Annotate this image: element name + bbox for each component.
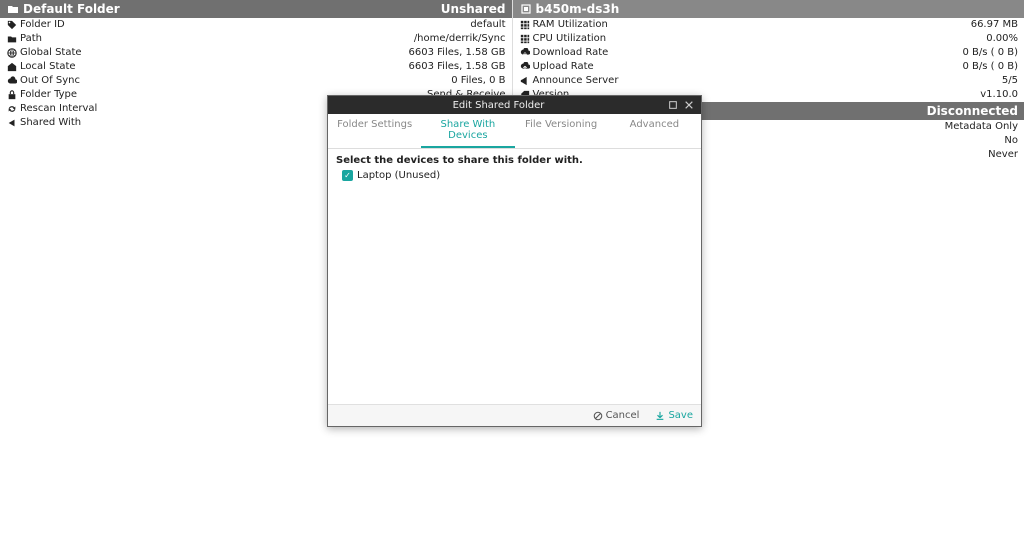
chip-icon: [519, 3, 533, 15]
globe-icon: [6, 46, 18, 60]
device-share-row[interactable]: ✓ Laptop (Unused): [342, 170, 693, 181]
device1-stat-row: Announce Server 5/5: [513, 74, 1024, 88]
device2-stat-value: No: [1004, 134, 1018, 148]
device1-stat-value: 0 B/s ( 0 B): [962, 46, 1018, 60]
device1-stat-value: v1.10.0: [980, 88, 1018, 102]
bullhorn-icon: [519, 74, 531, 88]
folder-detail-row: Local State 6603 Files, 1.58 GB: [0, 60, 512, 74]
cancel-label: Cancel: [606, 410, 640, 421]
edit-shared-folder-modal: Edit Shared Folder Folder SettingsShare …: [327, 95, 702, 427]
maximize-button[interactable]: [667, 99, 679, 111]
folder-detail-label: Shared With: [20, 116, 81, 130]
device1-stat-label: CPU Utilization: [533, 32, 607, 46]
device1-stat-label: Upload Rate: [533, 60, 594, 74]
device1-stat-row: Upload Rate 0 B/s ( 0 B): [513, 60, 1024, 74]
save-icon: [655, 411, 665, 421]
cloud-up-icon: [519, 60, 531, 74]
folder-detail-label: Rescan Interval: [20, 102, 97, 116]
lock-icon: [6, 88, 18, 102]
grid-icon: [519, 32, 531, 46]
folder-detail-label: Path: [20, 32, 42, 46]
folder-detail-row: Out Of Sync 0 Files, 0 B: [0, 74, 512, 88]
tab-folder-settings[interactable]: Folder Settings: [328, 114, 421, 148]
device1-stat-row: Download Rate 0 B/s ( 0 B): [513, 46, 1024, 60]
device1-stat-value: 5/5: [1002, 74, 1018, 88]
folder-detail-row: Folder ID default: [0, 18, 512, 32]
device1-stat-row: CPU Utilization 0.00%: [513, 32, 1024, 46]
folder-detail-row: Global State 6603 Files, 1.58 GB: [0, 46, 512, 60]
device1-stat-value: 66.97 MB: [971, 18, 1018, 32]
folder-detail-label: Out Of Sync: [20, 74, 80, 88]
folder-detail-label: Local State: [20, 60, 76, 74]
folder-detail-label: Folder Type: [20, 88, 77, 102]
save-label: Save: [668, 410, 693, 421]
checkbox-icon[interactable]: ✓: [342, 170, 353, 181]
cancel-button[interactable]: Cancel: [593, 410, 640, 421]
device2-status: Disconnected: [927, 104, 1018, 118]
folder-detail-value: default: [470, 18, 505, 32]
tab-advanced[interactable]: Advanced: [608, 114, 701, 148]
tab-share-with-devices[interactable]: Share With Devices: [421, 114, 514, 148]
folder-title: Default Folder: [23, 2, 120, 16]
home-icon: [6, 60, 18, 74]
device2-stat-value: Never: [988, 148, 1018, 162]
device2-stat-value: Metadata Only: [945, 120, 1018, 134]
tab-file-versioning[interactable]: File Versioning: [515, 114, 608, 148]
close-button[interactable]: [683, 99, 695, 111]
folder-detail-value: 6603 Files, 1.58 GB: [409, 46, 506, 60]
folder-detail-value: 0 Files, 0 B: [451, 74, 505, 88]
tag-icon: [6, 18, 18, 32]
cloud-down-icon: [519, 46, 531, 60]
device1-title: b450m-ds3h: [536, 2, 620, 16]
folder-detail-value: /home/derrik/Sync: [414, 32, 506, 46]
device1-stat-row: RAM Utilization 66.97 MB: [513, 18, 1024, 32]
device1-header[interactable]: b450m-ds3h: [513, 0, 1024, 18]
modal-title-text: Edit Shared Folder: [334, 100, 663, 111]
modal-titlebar[interactable]: Edit Shared Folder: [328, 96, 701, 114]
folder-detail-label: Global State: [20, 46, 82, 60]
device1-stat-value: 0.00%: [986, 32, 1018, 46]
folder-icon: [6, 32, 18, 46]
cancel-icon: [593, 411, 603, 421]
folder-detail-row: Path/home/derrik/Sync: [0, 32, 512, 46]
share-icon: [6, 116, 18, 130]
device-share-label: Laptop (Unused): [357, 170, 440, 181]
device1-stat-value: 0 B/s ( 0 B): [962, 60, 1018, 74]
folder-detail-label: Folder ID: [20, 18, 65, 32]
folder-icon: [6, 3, 20, 15]
device1-stat-label: RAM Utilization: [533, 18, 608, 32]
device1-stat-label: Download Rate: [533, 46, 609, 60]
refresh-icon: [6, 102, 18, 116]
folder-detail-value: 6603 Files, 1.58 GB: [409, 60, 506, 74]
share-prompt: Select the devices to share this folder …: [336, 155, 693, 166]
device1-stat-label: Announce Server: [533, 74, 619, 88]
folder-status: Unshared: [441, 2, 506, 16]
cloud-icon: [6, 74, 18, 88]
folder-panel-header[interactable]: Default Folder Unshared: [0, 0, 512, 18]
grid-icon: [519, 18, 531, 32]
save-button[interactable]: Save: [655, 410, 693, 421]
